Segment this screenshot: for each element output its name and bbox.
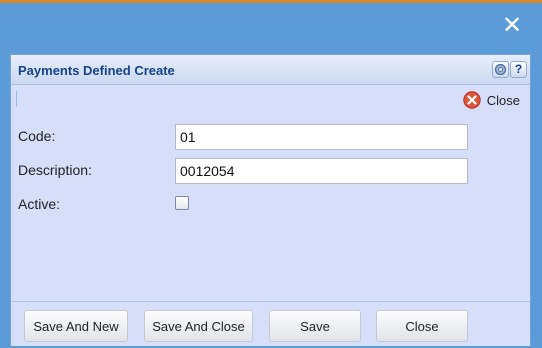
gear-icon[interactable] [492, 61, 509, 78]
help-glyph: ? [514, 62, 523, 76]
help-icon[interactable]: ? [510, 61, 527, 78]
code-input[interactable] [175, 124, 468, 150]
window-close-icon[interactable]: ✕ [502, 13, 522, 37]
window-top-border [0, 0, 542, 3]
toolbar-close-label: Close [486, 92, 520, 108]
close-button[interactable]: Close [376, 310, 468, 342]
description-label: Description: [18, 162, 92, 178]
toolbar-close-button[interactable]: Close [463, 91, 520, 109]
panel-title: Payments Defined Create [18, 63, 175, 78]
active-label: Active: [18, 196, 61, 212]
red-x-circle-icon [463, 91, 481, 109]
save-and-close-button[interactable]: Save And Close [144, 310, 253, 342]
save-button[interactable]: Save [269, 310, 361, 342]
toolbar-separator [16, 91, 17, 107]
panel-header: Payments Defined Create ? [11, 55, 530, 85]
toolbar: Close [11, 86, 530, 112]
code-label: Code: [18, 128, 56, 144]
payments-defined-create-panel: Payments Defined Create ? Close Code: De… [10, 54, 531, 346]
description-input[interactable] [175, 158, 468, 184]
active-checkbox[interactable] [175, 196, 189, 210]
save-and-new-button[interactable]: Save And New [24, 310, 128, 342]
footer-button-bar: Save And New Save And Close Save Close [11, 301, 530, 348]
